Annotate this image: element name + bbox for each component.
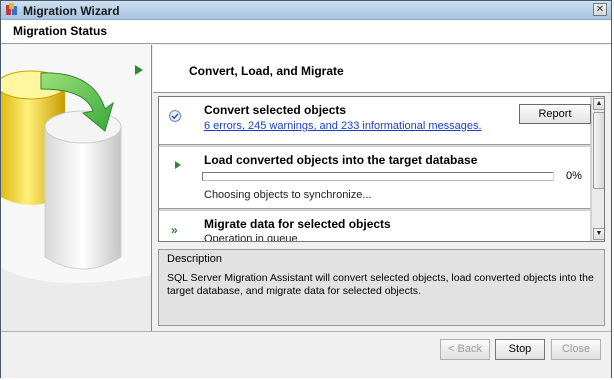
database-migration-illustration: [1, 45, 151, 331]
step-title: Convert, Load, and Migrate: [189, 64, 344, 78]
list-item: Load converted objects into the target d…: [159, 147, 590, 209]
close-icon[interactable]: ✕: [593, 3, 607, 16]
list-item: » Migrate data for selected objects Oper…: [159, 211, 590, 242]
title-bar: Migration Wizard ✕: [1, 1, 611, 20]
close-button[interactable]: Close: [551, 339, 601, 360]
wizard-illustration-panel: [1, 45, 152, 331]
page-title: Migration Status: [13, 24, 108, 38]
scroll-up-icon[interactable]: ▲: [593, 98, 604, 110]
messages-link[interactable]: 6 errors, 245 warnings, and 233 informat…: [204, 120, 482, 132]
description-label: Description: [167, 253, 223, 265]
check-circle-icon: [169, 110, 181, 122]
report-button[interactable]: Report: [519, 104, 591, 124]
task-list[interactable]: Convert selected objects 6 errors, 245 w…: [158, 96, 605, 242]
migration-wizard-window: Migration Wizard ✕ Migration Status Conv…: [0, 0, 612, 378]
vertical-scrollbar[interactable]: ▲ ▼: [591, 97, 604, 241]
current-step-arrow-icon: [135, 65, 143, 75]
description-text: SQL Server Migration Assistant will conv…: [167, 272, 594, 297]
description-panel: Description SQL Server Migration Assista…: [158, 249, 605, 326]
task-title: Migrate data for selected objects: [204, 217, 391, 231]
double-arrow-icon: »: [171, 223, 178, 237]
task-title: Load converted objects into the target d…: [204, 153, 478, 167]
page-header: Migration Status: [1, 20, 611, 44]
wizard-footer: < Back Stop Close: [1, 331, 611, 378]
task-status: Operation in queue: [204, 233, 298, 242]
scroll-down-icon[interactable]: ▼: [593, 228, 604, 240]
task-status: Choosing objects to synchronize...: [204, 189, 372, 201]
progress-bar: [202, 172, 554, 181]
stop-button[interactable]: Stop: [495, 339, 545, 360]
scroll-thumb[interactable]: [593, 112, 604, 189]
play-icon: [175, 161, 181, 169]
window-title: Migration Wizard: [23, 4, 120, 18]
app-icon: [6, 3, 17, 15]
progress-percent: 0%: [566, 170, 582, 182]
back-button[interactable]: < Back: [440, 339, 490, 360]
step-header: Convert, Load, and Migrate: [153, 45, 611, 93]
task-title: Convert selected objects: [204, 103, 347, 117]
list-item: Convert selected objects 6 errors, 245 w…: [159, 97, 591, 145]
